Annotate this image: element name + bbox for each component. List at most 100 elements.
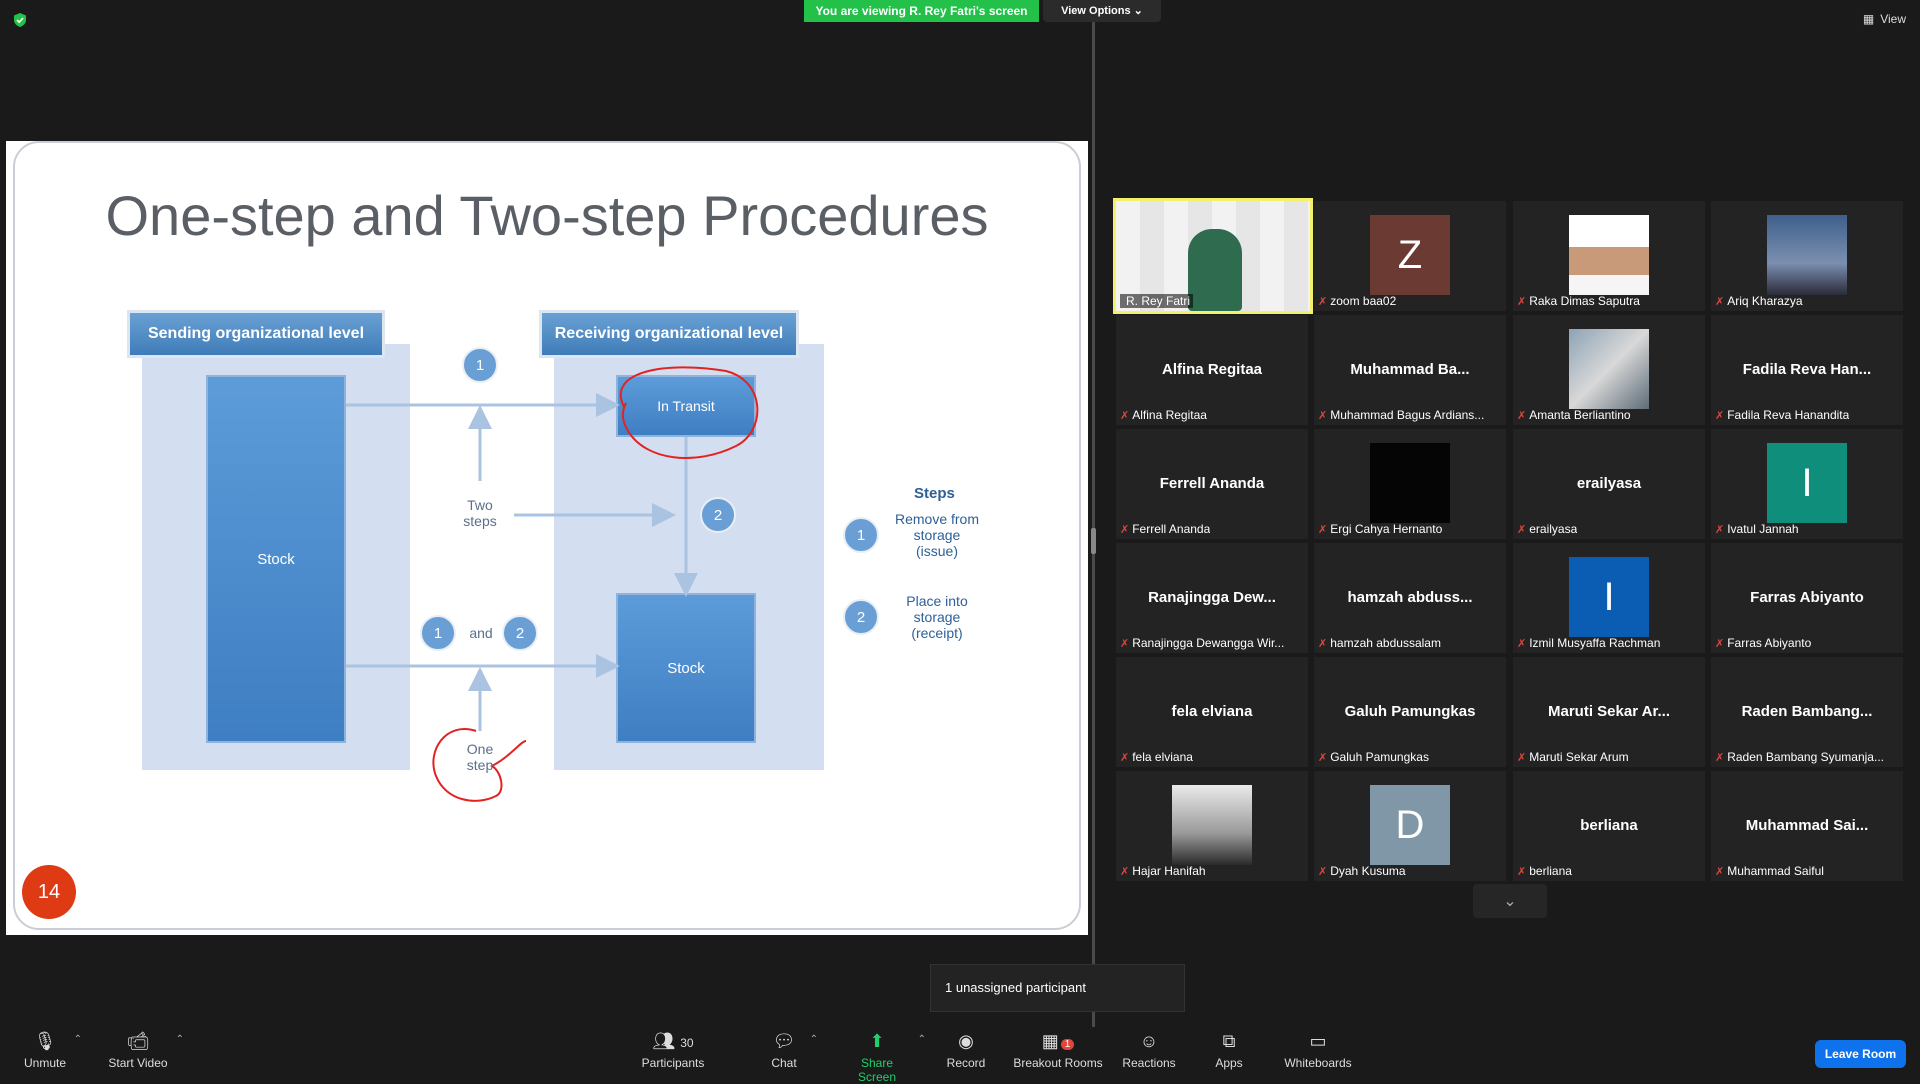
- split-divider[interactable]: [1092, 22, 1095, 1027]
- participant-avatar: [1569, 215, 1649, 295]
- participant-name-label: ✗ Farras Abiyanto: [1715, 636, 1811, 650]
- whiteboards-label: Whiteboards: [1284, 1056, 1352, 1070]
- security-shield-icon[interactable]: [12, 12, 28, 28]
- participant-tile[interactable]: D ✗ Dyah Kusuma: [1314, 771, 1506, 881]
- participant-tile[interactable]: Muhammad Sai... ✗ Muhammad Saiful: [1711, 771, 1903, 881]
- view-button[interactable]: ▦ View: [1863, 12, 1906, 26]
- record-button[interactable]: ◉ Record: [944, 1030, 988, 1070]
- participant-avatar: D: [1370, 785, 1450, 865]
- participant-tile[interactable]: ✗ Hajar Hanifah: [1116, 771, 1308, 881]
- muted-mic-icon: ✗: [1120, 751, 1130, 764]
- view-options-button[interactable]: View Options ⌄: [1043, 0, 1161, 22]
- whiteboards-button[interactable]: ▭ Whiteboards: [1282, 1030, 1354, 1070]
- muted-mic-icon: ✗: [1318, 865, 1328, 878]
- leave-room-button[interactable]: Leave Room: [1815, 1040, 1906, 1068]
- participant-name-label: ✗ Ranajingga Dewangga Wir...: [1120, 636, 1284, 650]
- chat-button[interactable]: 💬︎ Chat ⌃: [764, 1030, 818, 1070]
- muted-mic-icon: ✗: [1517, 637, 1527, 650]
- participant-name-label: R. Rey Fatri: [1120, 294, 1194, 308]
- muted-mic-icon: ✗: [1318, 295, 1328, 308]
- participant-tile[interactable]: I ✗ Ivatul Jannah: [1711, 429, 1903, 539]
- reactions-button[interactable]: ☺ Reactions: [1122, 1030, 1176, 1070]
- participant-tile[interactable]: ✗ Raka Dimas Saputra: [1513, 201, 1705, 311]
- participant-name-text: hamzah abdussalam: [1330, 636, 1441, 650]
- participant-tile[interactable]: Fadila Reva Han... ✗ Fadila Reva Hanandita: [1711, 315, 1903, 425]
- reactions-label: Reactions: [1122, 1056, 1176, 1070]
- participant-tile[interactable]: ✗ Ergi Cahya Hernanto: [1314, 429, 1506, 539]
- participant-name-text: Ergi Cahya Hernanto: [1330, 522, 1443, 536]
- participant-name-text: Raden Bambang Syumanja...: [1727, 750, 1884, 764]
- breakout-rooms-icon: ▦ 1: [1012, 1030, 1104, 1052]
- participant-tile[interactable]: Z ✗ zoom baa02: [1314, 201, 1506, 311]
- reactions-smiley-icon: ☺: [1139, 1031, 1159, 1051]
- unmute-button[interactable]: 🎙︎ Unmute ⌃: [22, 1030, 82, 1070]
- participant-tile[interactable]: Ranajingga Dew... ✗ Ranajingga Dewangga Wi…: [1116, 543, 1308, 653]
- share-options-caret-icon[interactable]: ⌃: [918, 1034, 926, 1045]
- muted-mic-icon: ✗: [1517, 523, 1527, 536]
- viewing-screen-banner: You are viewing R. Rey Fatri's screen: [804, 0, 1039, 22]
- participant-avatar: I: [1569, 557, 1649, 637]
- muted-microphone-icon: 🎙︎: [33, 1031, 57, 1051]
- participant-tile[interactable]: Alfina Regitaa ✗ Alfina Regitaa: [1116, 315, 1308, 425]
- avatar-initial: Z: [1397, 232, 1423, 277]
- gallery-scroll-down-button[interactable]: ⌄: [1473, 884, 1547, 918]
- participant-name-text: erailyasa: [1529, 522, 1578, 536]
- participant-name-label: ✗ Ferrell Ananda: [1120, 522, 1210, 536]
- participant-tile[interactable]: berliana ✗ berliana: [1513, 771, 1705, 881]
- participant-tile[interactable]: R. Rey Fatri: [1113, 198, 1313, 314]
- participant-name-label: ✗ Ergi Cahya Hernanto: [1318, 522, 1442, 536]
- chat-options-caret-icon[interactable]: ⌃: [810, 1034, 818, 1045]
- participant-name-label: ✗ Ivatul Jannah: [1715, 522, 1799, 536]
- muted-mic-icon: ✗: [1318, 751, 1328, 764]
- apps-label: Apps: [1215, 1056, 1243, 1070]
- participant-name-text: Muhammad Bagus Ardians...: [1330, 408, 1485, 422]
- presenter-video: [1188, 229, 1242, 311]
- participant-tile[interactable]: ✗ Ariq Kharazya: [1711, 201, 1903, 311]
- participant-tile[interactable]: Maruti Sekar Ar... ✗ Maruti Sekar Arum: [1513, 657, 1705, 767]
- unmute-label: Unmute: [23, 1056, 67, 1070]
- participant-name-label: ✗ Maruti Sekar Arum: [1517, 750, 1629, 764]
- chevron-down-icon: ⌄: [1133, 5, 1143, 17]
- share-screen-icon: ⬆: [869, 1031, 885, 1051]
- participant-tile[interactable]: Muhammad Ba... ✗ Muhammad Bagus Ardians...: [1314, 315, 1506, 425]
- participant-name-label: ✗ fela elviana: [1120, 750, 1193, 764]
- participant-tile[interactable]: Raden Bambang... ✗ Raden Bambang Syumanja.…: [1711, 657, 1903, 767]
- divider-drag-handle[interactable]: [1091, 528, 1096, 554]
- participant-name-label: ✗ Ariq Kharazya: [1715, 294, 1803, 308]
- muted-mic-icon: ✗: [1715, 409, 1725, 422]
- participant-avatar: I: [1767, 443, 1847, 523]
- participant-tile[interactable]: erailyasa ✗ erailyasa: [1513, 429, 1705, 539]
- participants-button[interactable]: 👥︎ 30 Participants: [640, 1030, 706, 1070]
- participant-avatar: Z: [1370, 215, 1450, 295]
- participant-name-label: ✗ Fadila Reva Hanandita: [1715, 408, 1849, 422]
- participant-name-label: ✗ erailyasa: [1517, 522, 1577, 536]
- step-badge-2-mid: 2: [700, 497, 736, 533]
- participant-tile[interactable]: ✗ Amanta Berliantino: [1513, 315, 1705, 425]
- participant-tile[interactable]: I ✗ Izmil Musyaffa Rachman: [1513, 543, 1705, 653]
- participant-tile[interactable]: fela elviana ✗ fela elviana: [1116, 657, 1308, 767]
- apps-button[interactable]: ⧉ Apps: [1210, 1030, 1248, 1070]
- audio-options-caret-icon[interactable]: ⌃: [74, 1034, 82, 1045]
- participant-name-label: ✗ Muhammad Bagus Ardians...: [1318, 408, 1484, 422]
- avatar-initial: I: [1603, 574, 1615, 619]
- participant-tile[interactable]: Farras Abiyanto ✗ Farras Abiyanto: [1711, 543, 1903, 653]
- participant-tile[interactable]: Galuh Pamungkas ✗ Galuh Pamungkas: [1314, 657, 1506, 767]
- video-options-caret-icon[interactable]: ⌃: [176, 1034, 184, 1045]
- breakout-rooms-button[interactable]: ▦ 1 Breakout Rooms: [1012, 1030, 1104, 1070]
- participant-name-text: zoom baa02: [1330, 294, 1397, 308]
- muted-mic-icon: ✗: [1715, 751, 1725, 764]
- muted-mic-icon: ✗: [1318, 409, 1328, 422]
- participant-name-text: Muhammad Saiful: [1727, 864, 1824, 878]
- red-circle-annotation: [619, 366, 759, 459]
- participant-tile[interactable]: hamzah abduss... ✗ hamzah abdussalam: [1314, 543, 1506, 653]
- participant-name-label: ✗ Hajar Hanifah: [1120, 864, 1206, 878]
- start-video-button[interactable]: 📹︎ Start Video ⌃: [106, 1030, 184, 1070]
- participant-name-text: Alfina Regitaa: [1132, 408, 1207, 422]
- participant-name-text: Amanta Berliantino: [1529, 408, 1631, 422]
- legend-badge-2: 2: [843, 599, 879, 635]
- video-off-icon: 📹︎: [126, 1031, 150, 1051]
- share-screen-button[interactable]: ⬆ Share Screen ⌃: [842, 1030, 926, 1084]
- participant-tile[interactable]: Ferrell Ananda ✗ Ferrell Ananda: [1116, 429, 1308, 539]
- muted-mic-icon: ✗: [1318, 637, 1328, 650]
- one-step-label: One step: [466, 741, 494, 773]
